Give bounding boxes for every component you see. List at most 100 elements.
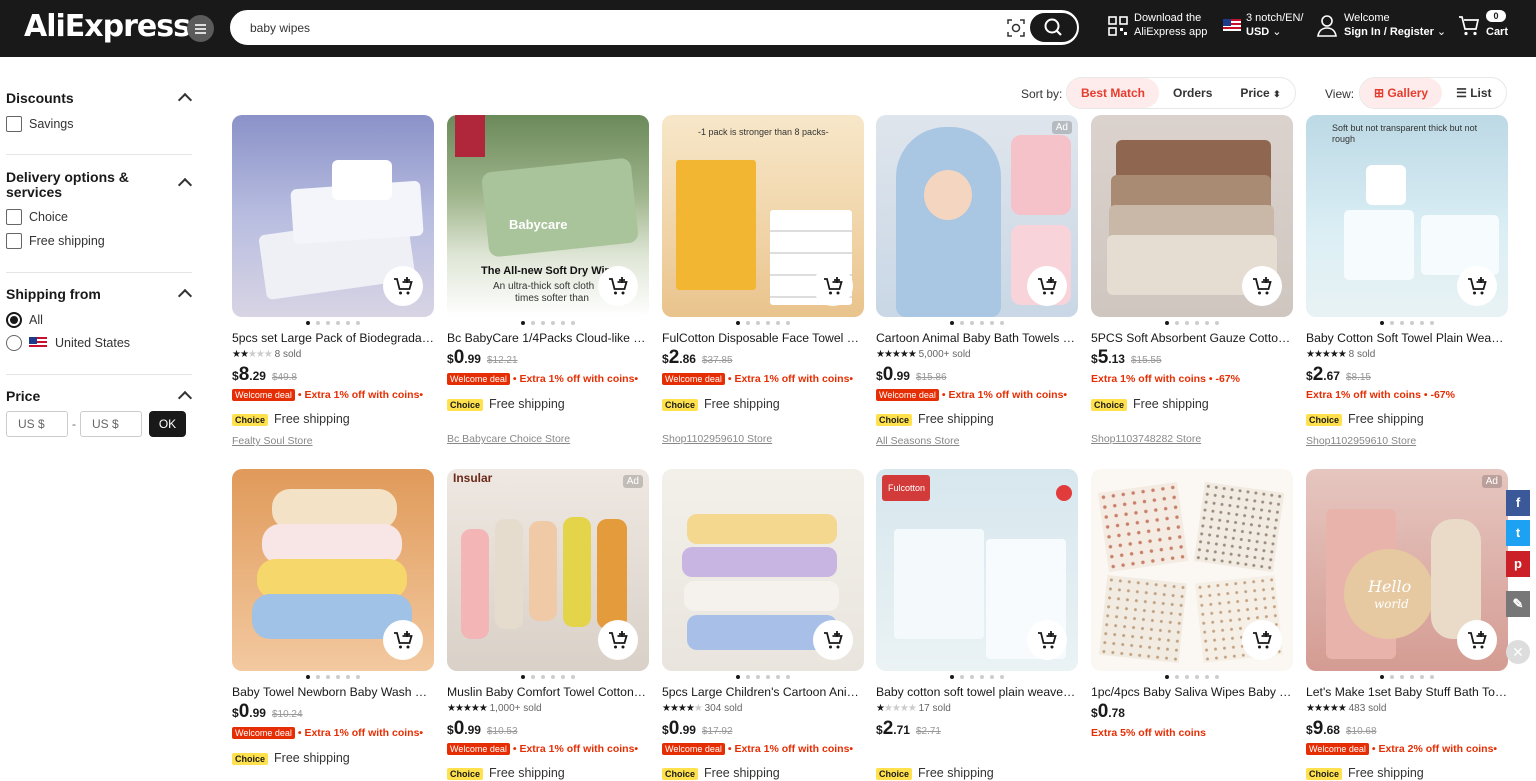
image-search-icon[interactable] bbox=[1007, 19, 1025, 37]
add-to-cart-button[interactable] bbox=[1027, 620, 1067, 660]
savings-filter[interactable]: Savings bbox=[6, 116, 73, 132]
image-carousel-dots[interactable] bbox=[1306, 675, 1508, 679]
aliexpress-logo[interactable]: AliExpress bbox=[24, 9, 191, 44]
cart-icon[interactable] bbox=[1458, 15, 1480, 37]
view-gallery[interactable]: ⊞ Gallery bbox=[1360, 78, 1443, 108]
product-image[interactable] bbox=[1091, 115, 1293, 317]
product-image[interactable] bbox=[662, 469, 864, 671]
store-link[interactable]: Fealty Soul Store bbox=[232, 435, 313, 447]
shipping-line: Choice Free shipping bbox=[876, 412, 994, 426]
united-states-radio[interactable] bbox=[6, 335, 22, 351]
user-icon[interactable] bbox=[1317, 14, 1337, 38]
product-image[interactable]: Fulcotton bbox=[876, 469, 1078, 671]
add-to-cart-button[interactable] bbox=[813, 620, 853, 660]
product-image[interactable]: Babycare The All-new Soft Dry Wipes An u… bbox=[447, 115, 649, 317]
coins-discount: Extra 1% off with coins • -67% bbox=[1091, 373, 1240, 385]
price-decimal: .99 bbox=[464, 352, 481, 366]
categories-menu-button[interactable] bbox=[187, 15, 214, 42]
search-input[interactable]: baby wipes bbox=[250, 21, 310, 35]
image-carousel-dots[interactable] bbox=[876, 675, 1078, 679]
image-carousel-dots[interactable] bbox=[876, 321, 1078, 325]
image-carousel-dots[interactable] bbox=[1306, 321, 1508, 325]
pinterest-share-icon[interactable]: p bbox=[1506, 551, 1530, 577]
product-image[interactable]: -1 pack is stronger than 8 packs- bbox=[662, 115, 864, 317]
ship-from-all-option[interactable]: All bbox=[6, 312, 43, 328]
product-image[interactable]: Hello world Ad bbox=[1306, 469, 1508, 671]
account-menu[interactable]: Welcome Sign In / Register ⌄ bbox=[1344, 11, 1446, 39]
image-text: world bbox=[1374, 597, 1409, 611]
add-to-cart-button[interactable] bbox=[598, 620, 638, 660]
add-to-cart-button[interactable] bbox=[1242, 620, 1282, 660]
product-price: $0.99 $10.53 bbox=[447, 718, 518, 740]
twitter-share-icon[interactable]: t bbox=[1506, 520, 1530, 546]
choice-checkbox[interactable] bbox=[6, 209, 22, 225]
free-shipping-filter[interactable]: Free shipping bbox=[6, 233, 105, 249]
image-carousel-dots[interactable] bbox=[232, 321, 434, 325]
product-title[interactable]: 1pc/4pcs Baby Saliva Wipes Baby Towels bbox=[1091, 685, 1293, 699]
image-carousel-dots[interactable] bbox=[1091, 321, 1293, 325]
free-shipping-checkbox[interactable] bbox=[6, 233, 22, 249]
product-title[interactable]: 5PCS Soft Absorbent Gauze Cotton Towels bbox=[1091, 331, 1293, 345]
product-image[interactable] bbox=[232, 115, 434, 317]
store-link[interactable]: Shop1103748282 Store bbox=[1091, 433, 1201, 445]
choice-badge: Choice bbox=[876, 414, 913, 426]
facebook-share-icon[interactable]: f bbox=[1506, 490, 1530, 516]
price-ok-button[interactable]: OK bbox=[149, 411, 186, 437]
product-title[interactable]: Baby cotton soft towel plain weave dry w… bbox=[876, 685, 1078, 699]
image-carousel-dots[interactable] bbox=[662, 321, 864, 325]
download-app-link[interactable]: Download the AliExpress app bbox=[1134, 11, 1207, 39]
welcome-deal-badge: Welcome deal bbox=[662, 743, 725, 755]
cart-label[interactable]: Cart bbox=[1486, 25, 1508, 39]
product-title[interactable]: Bc BabyCare 1/4Packs Cloud-like Soft Dry… bbox=[447, 331, 649, 345]
search-button[interactable] bbox=[1030, 13, 1077, 42]
all-radio[interactable] bbox=[6, 312, 22, 328]
ship-from-us-option[interactable]: United States bbox=[6, 335, 130, 351]
add-to-cart-button[interactable] bbox=[383, 266, 423, 306]
product-image[interactable] bbox=[232, 469, 434, 671]
image-carousel-dots[interactable] bbox=[232, 675, 434, 679]
store-link[interactable]: All Seasons Store bbox=[876, 435, 959, 447]
add-to-cart-button[interactable] bbox=[1027, 266, 1067, 306]
product-title[interactable]: Let's Make 1set Baby Stuff Bath Towel Gi… bbox=[1306, 685, 1508, 699]
sign-in-register-link[interactable]: Sign In / Register bbox=[1344, 26, 1434, 38]
qr-code-icon[interactable] bbox=[1108, 16, 1128, 36]
product-image[interactable] bbox=[1091, 469, 1293, 671]
image-carousel-dots[interactable] bbox=[1091, 675, 1293, 679]
product-title[interactable]: 5pcs set Large Pack of Biodegradable Bab… bbox=[232, 331, 434, 345]
image-carousel-dots[interactable] bbox=[447, 321, 649, 325]
product-title[interactable]: FulCotton Disposable Face Towel Large Si… bbox=[662, 331, 864, 345]
max-price-input[interactable]: US $ bbox=[80, 411, 142, 437]
sort-price[interactable]: Price ⬍ bbox=[1226, 78, 1294, 108]
divider bbox=[6, 154, 192, 155]
add-to-cart-button[interactable] bbox=[383, 620, 423, 660]
view-list[interactable]: ☰ List bbox=[1442, 78, 1505, 108]
deal-line: Extra 1% off with coins • -67% bbox=[1091, 373, 1293, 385]
min-price-input[interactable]: US $ bbox=[6, 411, 68, 437]
edit-share-icon[interactable]: ✎ bbox=[1506, 591, 1530, 617]
product-image[interactable]: Insular Ad bbox=[447, 469, 649, 671]
image-carousel-dots[interactable] bbox=[662, 675, 864, 679]
add-to-cart-button[interactable] bbox=[1457, 266, 1497, 306]
currency-symbol: $ bbox=[876, 369, 883, 383]
store-link[interactable]: Shop1102959610 Store bbox=[662, 433, 772, 445]
add-to-cart-button[interactable] bbox=[598, 266, 638, 306]
product-title[interactable]: Cartoon Animal Baby Bath Towels Soft Hoo… bbox=[876, 331, 1078, 345]
store-link[interactable]: Bc Babycare Choice Store bbox=[447, 433, 570, 445]
add-to-cart-button[interactable] bbox=[1242, 266, 1282, 306]
product-title[interactable]: Baby Cotton Soft Towel Plain Weave Dry W… bbox=[1306, 331, 1508, 345]
product-image[interactable]: Soft but not transparent thick but not r… bbox=[1306, 115, 1508, 317]
product-title[interactable]: Muslin Baby Comfort Towel Cotton Bunny bbox=[447, 685, 649, 699]
sort-orders[interactable]: Orders bbox=[1159, 78, 1226, 108]
choice-filter[interactable]: Choice bbox=[6, 209, 68, 225]
locale-currency-selector[interactable]: 3 notch/EN/ USD ⌄ bbox=[1246, 11, 1303, 39]
add-to-cart-button[interactable] bbox=[1457, 620, 1497, 660]
sort-best-match[interactable]: Best Match bbox=[1067, 78, 1160, 108]
close-share-icon[interactable]: ✕ bbox=[1506, 640, 1530, 664]
savings-checkbox[interactable] bbox=[6, 116, 22, 132]
add-to-cart-button[interactable] bbox=[813, 266, 853, 306]
product-title[interactable]: 5pcs Large Children's Cartoon Animal Tow… bbox=[662, 685, 864, 699]
product-image[interactable]: Ad bbox=[876, 115, 1078, 317]
store-link[interactable]: Shop1102959610 Store bbox=[1306, 435, 1416, 447]
product-title[interactable]: Baby Towel Newborn Baby Wash Face Towel bbox=[232, 685, 434, 699]
image-carousel-dots[interactable] bbox=[447, 675, 649, 679]
